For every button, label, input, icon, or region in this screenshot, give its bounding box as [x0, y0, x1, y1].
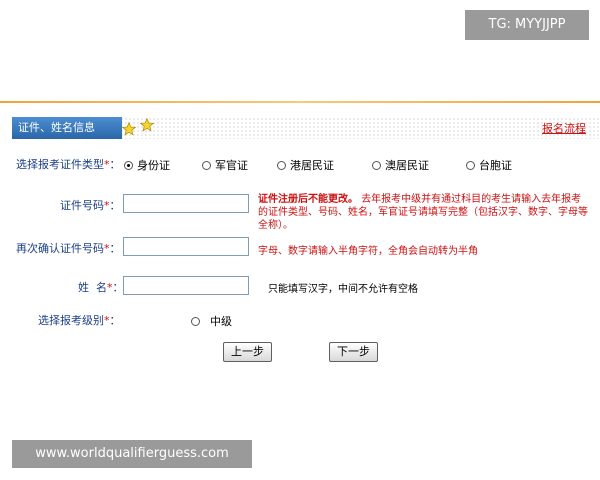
- confirm-id-input[interactable]: [123, 237, 249, 256]
- name-label: 姓 名*：: [78, 279, 124, 295]
- radio-unchecked-icon[interactable]: [191, 316, 200, 326]
- id-number-label-text: 证件号码: [60, 199, 104, 212]
- confirm-id-note: 字母、数字请输入半角字符，全角会自动转为半角: [258, 246, 478, 257]
- radio-label: 澳居民证: [385, 159, 429, 172]
- radio-unchecked-icon[interactable]: [277, 160, 286, 170]
- level-label: 选择报考级别*：: [38, 312, 121, 328]
- name-input[interactable]: [123, 276, 249, 295]
- radio-officer-card[interactable]: 军官证: [202, 157, 248, 173]
- radio-label: 中级: [210, 315, 232, 328]
- radio-level-intermediate[interactable]: 中级: [191, 313, 232, 329]
- radio-hk-resident-card[interactable]: 港居民证: [277, 157, 334, 173]
- section-tab-bar: 证件、姓名信息 报名流程: [12, 117, 600, 139]
- id-type-label: 选择报考证件类型*：: [16, 156, 121, 172]
- name-label-text: 姓 名: [78, 281, 107, 294]
- radio-macau-resident-card[interactable]: 澳居民证: [372, 157, 429, 173]
- tab-id-name-info[interactable]: 证件、姓名信息: [12, 117, 122, 139]
- id-number-label: 证件号码*：: [60, 197, 121, 213]
- radio-id-card[interactable]: 身份证: [124, 157, 170, 173]
- label-colon: ：: [109, 242, 121, 255]
- label-colon: ：: [109, 314, 121, 327]
- id-number-note: 证件注册后不能更改。 去年报考中级并有通过科目的考生请输入去年报考的证件类型、号…: [258, 193, 588, 232]
- label-colon: ：: [109, 158, 121, 171]
- radio-checked-icon[interactable]: [124, 160, 133, 170]
- registration-process-link[interactable]: 报名流程: [542, 120, 586, 136]
- star-icon: [122, 122, 136, 136]
- label-colon: ：: [112, 281, 124, 294]
- radio-label: 港居民证: [290, 159, 334, 172]
- radio-label: 军官证: [215, 159, 248, 172]
- id-note-warning: 证件注册后不能更改。: [258, 194, 358, 205]
- radio-unchecked-icon[interactable]: [202, 160, 211, 170]
- radio-unchecked-icon[interactable]: [466, 160, 475, 170]
- radio-taiwan-compatriot-card[interactable]: 台胞证: [466, 157, 512, 173]
- telegram-watermark: TG: MYYJJPP: [465, 10, 589, 40]
- name-note: 只能填写汉字，中间不允许有空格: [268, 284, 418, 295]
- radio-label: 身份证: [137, 159, 170, 172]
- radio-unchecked-icon[interactable]: [372, 160, 381, 170]
- confirm-id-label: 再次确认证件号码*：: [16, 240, 121, 256]
- level-label-text: 选择报考级别: [38, 314, 104, 327]
- label-colon: ：: [109, 199, 121, 212]
- star-icon: [140, 118, 154, 132]
- prev-step-button[interactable]: 上一步: [223, 342, 272, 362]
- site-url-watermark: www.worldqualifierguess.com: [12, 440, 252, 468]
- next-step-button[interactable]: 下一步: [329, 342, 378, 362]
- top-divider: [0, 101, 600, 103]
- id-type-label-text: 选择报考证件类型: [16, 158, 104, 171]
- id-number-input[interactable]: [123, 194, 249, 213]
- radio-label: 台胞证: [479, 159, 512, 172]
- confirm-id-label-text: 再次确认证件号码: [16, 242, 104, 255]
